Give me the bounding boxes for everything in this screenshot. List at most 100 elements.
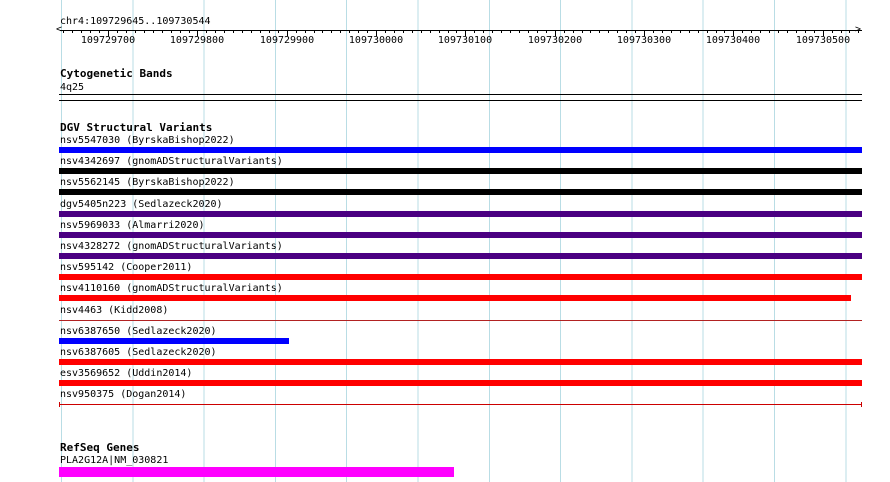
ruler-tick-label: 109730500 [795,35,851,46]
dgv-variant-bar[interactable] [59,274,862,281]
ruler-minor-tick [153,31,154,33]
refseq-gene-label: PLA2G12A|NM_030821 [60,455,169,466]
ruler-minor-tick [608,31,609,33]
cytoband-label: 4q25 [60,82,85,93]
ruler-tick-label: 109729700 [80,35,136,46]
ruler-tick-label: 109729800 [169,35,225,46]
ruler-minor-tick [707,31,708,33]
cytoband-bar-bottom [59,100,862,101]
ruler-minor-tick [653,31,654,33]
ruler-minor-tick [841,31,842,33]
ruler-minor-tick [510,31,511,33]
dgv-title: DGV Structural Variants [60,121,213,134]
dgv-variant-line[interactable] [59,404,862,406]
ruler-minor-tick [546,31,547,33]
ruler-minor-tick [251,31,252,33]
ruler-minor-tick [716,31,717,33]
ruler-minor-tick [349,31,350,33]
dgv-variant-label: nsv595142 (Cooper2011) [60,262,193,274]
dgv-variant-bar[interactable] [59,295,851,302]
ruler-minor-tick [528,31,529,33]
ruler-minor-tick [117,31,118,33]
ruler-minor-tick [233,31,234,33]
ruler-tick-label: 109730300 [616,35,672,46]
dgv-variant-endcap [861,402,862,408]
dgv-variant-label: nsv950375 (Dogan2014) [60,389,187,401]
ruler-minor-tick [206,31,207,33]
ruler-minor-tick [278,31,279,33]
ruler-minor-tick [501,31,502,33]
ruler-minor-tick [689,31,690,33]
ruler-left-arrow: < [56,24,63,35]
dgv-variant-bar[interactable] [59,231,862,238]
dgv-variant-bar[interactable] [59,337,289,344]
ruler-minor-tick [519,31,520,33]
cytoband-bar-top[interactable] [59,94,862,95]
ruler-minor-tick [858,31,859,33]
ruler-minor-tick [260,31,261,33]
ruler-minor-tick [171,31,172,33]
ruler-minor-tick [456,31,457,33]
ruler-tick-label: 109730200 [527,35,583,46]
ruler-minor-tick [537,31,538,33]
dgv-variant-bar[interactable] [59,189,862,196]
ruler-minor-tick [189,31,190,33]
dgv-variant-label: nsv4328272 (gnomADStructuralVariants) [60,241,283,252]
ruler-minor-tick [590,31,591,33]
ruler-minor-tick [403,31,404,33]
ruler-minor-tick [724,31,725,33]
ruler-minor-tick [358,31,359,33]
ruler-minor-tick [796,31,797,33]
ruler-minor-tick [144,31,145,33]
refseq-gene-bar[interactable] [59,467,455,477]
dgv-variant-line[interactable] [59,319,862,321]
ruler-right-arrow: > [855,24,862,35]
ruler-minor-tick [474,31,475,33]
ruler-tick-label: 109730000 [348,35,404,46]
ruler-minor-tick [430,31,431,33]
ruler-minor-tick [769,31,770,33]
ruler-minor-tick [81,31,82,33]
dgv-variant-label: esv3569652 (Uddin2014) [60,368,193,380]
ruler-minor-tick [439,31,440,33]
dgv-variant-bar[interactable] [59,210,862,217]
ruler-minor-tick [662,31,663,33]
ruler-minor-tick [617,31,618,33]
ruler-minor-tick [671,31,672,33]
ruler-minor-tick [90,31,91,33]
dgv-variant-bar[interactable] [59,359,862,365]
ruler-minor-tick [832,31,833,33]
dgv-variant-label: nsv5969033 (Almarri2020) [60,219,205,231]
ruler-minor-tick [778,31,779,33]
ruler-minor-tick [162,31,163,33]
dgv-variant-bar[interactable] [59,253,862,259]
ruler-minor-tick [849,31,850,33]
ruler-minor-tick [492,31,493,33]
dgv-variant-label: nsv4110160 (gnomADStructuralVariants) [60,283,283,295]
ruler-tick-label: 109730400 [705,35,761,46]
ruler-minor-tick [760,31,761,33]
ruler-minor-tick [573,31,574,33]
dgv-variant-bar[interactable] [59,380,862,387]
ruler-minor-tick [421,31,422,33]
dgv-variant-bar[interactable] [59,168,862,175]
dgv-variant-endcap [59,402,60,408]
ruler-minor-tick [599,31,600,33]
dgv-variant-label: nsv5547030 (ByrskaBishop2022) [60,135,235,146]
ruler-minor-tick [367,31,368,33]
ruler-minor-tick [99,31,100,33]
ruler-minor-tick [63,31,64,33]
ruler-minor-tick [680,31,681,33]
ruler-minor-tick [626,31,627,33]
ruler-minor-tick [582,31,583,33]
dgv-variant-label: dgv5405n223 (Sedlazeck2020) [60,198,223,210]
ruler-tick-label: 109730100 [437,35,493,46]
dgv-variant-bar[interactable] [59,147,862,153]
ruler-minor-tick [180,31,181,33]
ruler-minor-tick [269,31,270,33]
ruler-minor-tick [751,31,752,33]
ruler-minor-tick [296,31,297,33]
ruler-minor-tick [314,31,315,33]
location-label: chr4:109729645..109730544 [60,16,211,27]
ruler-minor-tick [394,31,395,33]
